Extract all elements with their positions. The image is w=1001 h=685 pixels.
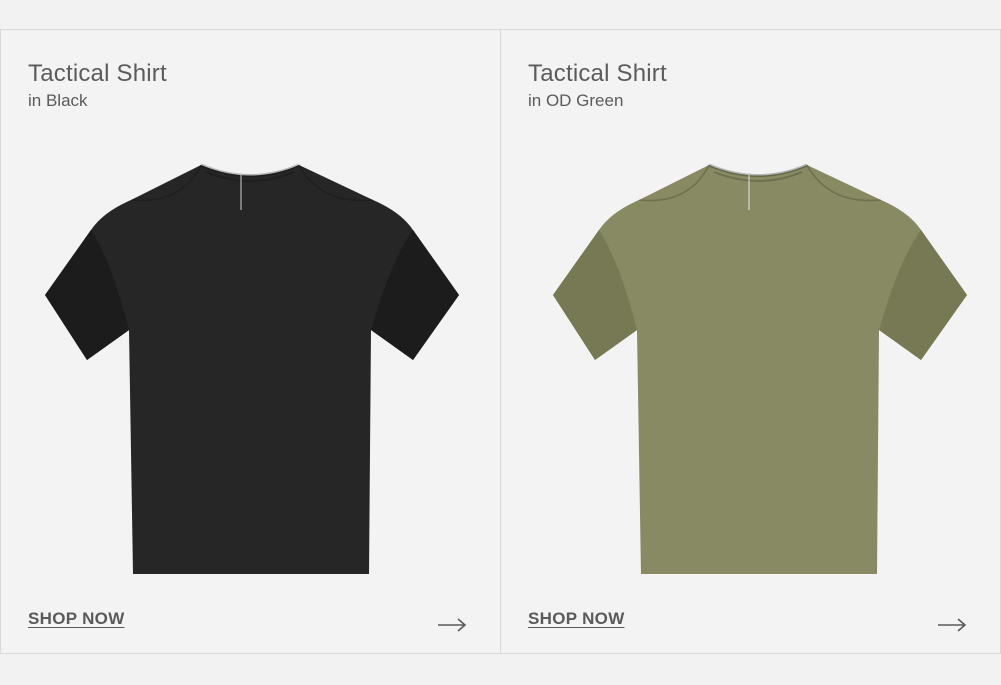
product-color-label: in Black: [28, 91, 88, 110]
product-image-shirt-od-green[interactable]: [549, 160, 969, 580]
product-grid: Tactical Shirt in Black SHOP NOW Tactica…: [0, 29, 1001, 654]
shop-now-link[interactable]: SHOP NOW: [28, 609, 125, 629]
product-image-shirt-black[interactable]: [41, 160, 461, 580]
product-title[interactable]: Tactical Shirt: [528, 60, 667, 88]
product-card-black[interactable]: Tactical Shirt in Black SHOP NOW: [0, 30, 500, 653]
product-color-label: in OD Green: [528, 91, 624, 110]
shop-now-link[interactable]: SHOP NOW: [528, 609, 625, 629]
product-card-od-green[interactable]: Tactical Shirt in OD Green SHOP NOW: [500, 30, 1001, 653]
arrow-right-icon[interactable]: [937, 617, 967, 633]
arrow-right-icon[interactable]: [437, 617, 467, 633]
product-title[interactable]: Tactical Shirt: [28, 60, 167, 88]
